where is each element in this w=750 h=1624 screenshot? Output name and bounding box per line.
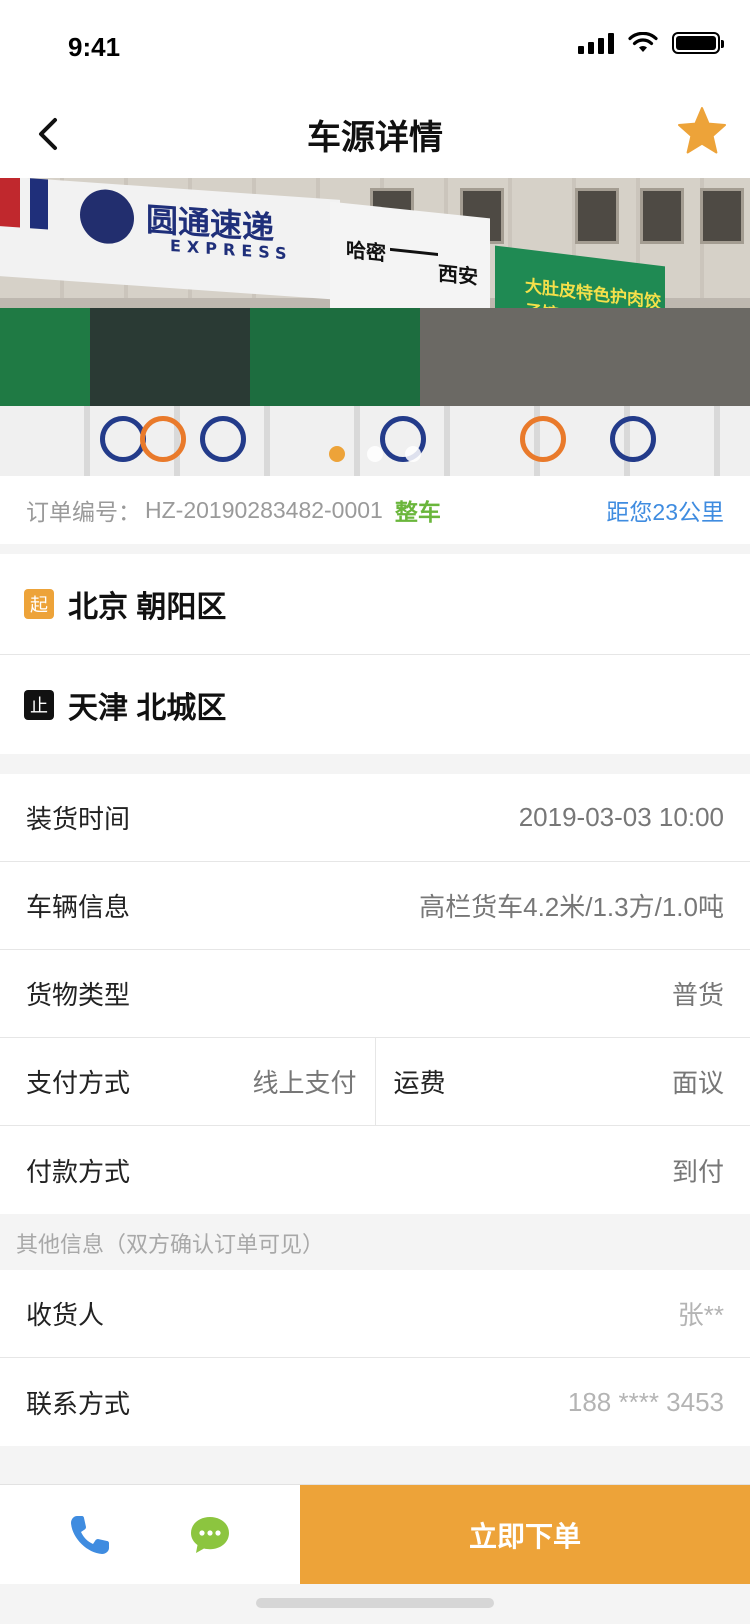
phone-icon (71, 1515, 109, 1554)
loading-time-label: 装货时间 (26, 804, 131, 834)
bottom-action-bar: 立即下单 (0, 1484, 750, 1584)
battery-icon (672, 32, 724, 54)
order-number-label: 订单编号： (26, 499, 141, 525)
consignee-value: 张** (677, 1300, 724, 1330)
carousel-dot[interactable] (329, 446, 345, 462)
start-tag: 起 (24, 589, 54, 619)
sign-text-hami: 哈密 (346, 237, 386, 266)
contact-value: 188 **** 3453 (567, 1386, 724, 1417)
loading-time-value: 2019-03-03 10:00 (518, 802, 724, 832)
order-number: HZ-20190283482-0001 (145, 496, 383, 523)
home-indicator-area (0, 1584, 750, 1624)
vehicle-info-row: 车辆信息 高栏货车4.2米/1.3方/1.0吨 (0, 862, 750, 950)
route-end: 天津 北城区 (68, 691, 227, 725)
status-bar: 9:41 (0, 0, 750, 90)
freight-cell: 运费 面议 (374, 1038, 750, 1125)
chat-button[interactable] (182, 1507, 238, 1563)
route-start-row: 起 北京 朝阳区 (0, 554, 750, 654)
status-icons (578, 32, 724, 54)
signal-icon (578, 32, 614, 54)
home-indicator[interactable] (256, 1598, 494, 1608)
vehicle-info-value: 高栏货车4.2米/1.3方/1.0吨 (419, 892, 724, 922)
bottom-icon-group (0, 1485, 300, 1584)
contact-label: 联系方式 (26, 1388, 131, 1419)
wifi-icon (628, 32, 658, 52)
contact-row: 联系方式 188 **** 3453 (0, 1358, 750, 1446)
payment-method-label: 支付方式 (26, 1068, 131, 1098)
building-window (575, 188, 619, 244)
consignee-label: 收货人 (26, 1300, 105, 1330)
payment-term-row: 付款方式 到付 (0, 1126, 750, 1214)
chat-bubble-icon (191, 1516, 229, 1553)
payment-term-label: 付款方式 (26, 1156, 131, 1187)
sign-text-xian: 西安 (438, 260, 478, 290)
sign-text-express: EXPRESS (170, 236, 293, 264)
image-carousel[interactable]: 圆通速递 EXPRESS 哈密 西安 大肚皮特色护肉饺子馆 (0, 178, 750, 476)
payment-method-cell: 支付方式 线上支付 (0, 1038, 375, 1125)
end-tag: 止 (24, 689, 54, 720)
route-section: 起 北京 朝阳区 止 天津 北城区 (0, 554, 750, 754)
cargo-type-value: 普货 (671, 980, 724, 1010)
freight-label: 运费 (393, 1068, 446, 1098)
route-start: 北京 朝阳区 (68, 591, 227, 624)
consignee-row: 收货人 张** (0, 1270, 750, 1358)
payment-method-value: 线上支付 (252, 1068, 357, 1098)
order-now-button[interactable]: 立即下单 (300, 1485, 750, 1584)
details-section: 装货时间 2019-03-03 10:00 车辆信息 高栏货车4.2米/1.3方… (0, 774, 750, 1214)
star-icon[interactable] (674, 104, 730, 160)
carousel-dot[interactable] (405, 446, 421, 462)
building-window (640, 188, 684, 244)
carousel-dot[interactable] (367, 446, 383, 462)
payment-term-value: 到付 (671, 1156, 724, 1187)
payment-freight-row: 支付方式 线上支付 运费 面议 (0, 1038, 750, 1126)
cargo-type-row: 货物类型 普货 (0, 950, 750, 1038)
route-end-row: 止 天津 北城区 (0, 654, 750, 754)
vehicle-info-label: 车辆信息 (26, 892, 131, 922)
distance-text: 距您23公里 (606, 499, 724, 525)
order-type-badge: 整车 (394, 499, 441, 525)
status-time: 9:41 (68, 32, 121, 62)
order-info-row: 订单编号： HZ-20190283482-0001 整车 距您23公里 (0, 476, 750, 544)
freight-value: 面议 (671, 1068, 724, 1098)
storefront (0, 308, 750, 418)
page-title: 车源详情 (307, 119, 443, 157)
carousel-dots (0, 446, 750, 462)
building-window (700, 188, 744, 244)
cargo-type-label: 货物类型 (26, 980, 131, 1010)
other-info-header: 其他信息（双方确认订单可见） (0, 1216, 750, 1270)
other-info-section: 收货人 张** 联系方式 188 **** 3453 (0, 1270, 750, 1446)
loading-time-row: 装货时间 2019-03-03 10:00 (0, 774, 750, 862)
call-button[interactable] (62, 1507, 118, 1563)
nav-bar: 车源详情 (0, 90, 750, 178)
